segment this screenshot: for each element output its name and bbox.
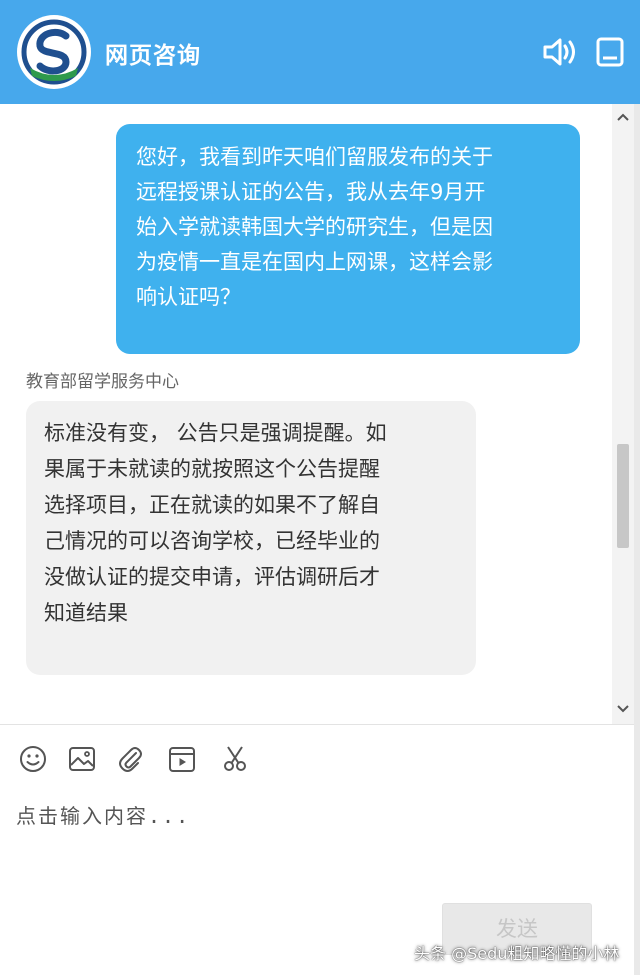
scissors-icon [224, 746, 246, 771]
attachment-button[interactable] [116, 744, 150, 780]
message-line: 始入学就读韩国大学的研究生，但是因 [136, 215, 493, 239]
message-line: 您好，我看到昨天咱们留服发布的关于 [136, 145, 493, 169]
message-line: 己情况的可以咨询学校，已经毕业的 [44, 529, 380, 553]
video-button[interactable] [167, 744, 201, 780]
message-line: 知道结果 [44, 601, 128, 625]
image-button[interactable] [67, 744, 101, 780]
watermark: 头条 @Sedu粗知略懂的小林 [414, 944, 620, 963]
video-icon [169, 747, 195, 772]
message-input[interactable] [16, 800, 616, 910]
emoji-button[interactable] [18, 744, 52, 780]
image-icon [69, 747, 95, 771]
chat-header: 网页咨询 [0, 0, 640, 104]
scroll-up-arrow-icon[interactable] [617, 112, 629, 122]
scroll-thumb[interactable] [617, 444, 629, 548]
message-line: 响认证吗？ [136, 285, 241, 309]
message-scrollbar[interactable] [612, 104, 634, 724]
message-line: 没做认证的提交申请，评估调研后才 [44, 565, 380, 589]
message-line: 选择项目，正在就读的如果不了解自 [44, 493, 380, 517]
scroll-down-arrow-icon[interactable] [617, 704, 629, 714]
message-line: 标准没有变， 公告只是强调提醒。如 [44, 421, 387, 445]
sender-name: 教育部留学服务中心 [26, 372, 179, 392]
message-line: 远程授课认证的公告，我从去年9月开 [136, 180, 486, 204]
page-title: 网页咨询 [105, 43, 201, 69]
window-edge [634, 104, 640, 975]
attachment-icon [119, 747, 142, 772]
composer-divider [0, 724, 634, 725]
window-icon [596, 37, 624, 67]
message-line: 为疫情一直是在国内上网课，这样会影 [136, 250, 493, 274]
incoming-message-bubble: 标准没有变， 公告只是强调提醒。如 果属于未就读的就按照这个公告提醒 选择项目，… [26, 401, 476, 675]
composer-toolbar [0, 744, 634, 784]
message-line: 果属于未就读的就按照这个公告提醒 [44, 457, 380, 481]
screenshot-button[interactable] [220, 744, 254, 780]
emoji-icon [20, 746, 46, 772]
sound-toggle-button[interactable] [542, 36, 578, 68]
organization-logo-icon [17, 15, 91, 89]
speaker-icon [543, 38, 575, 66]
window-toggle-button[interactable] [594, 36, 630, 68]
outgoing-message-bubble: 您好，我看到昨天咱们留服发布的关于 远程授课认证的公告，我从去年9月开 始入学就… [116, 124, 580, 354]
message-list: 您好，我看到昨天咱们留服发布的关于 远程授课认证的公告，我从去年9月开 始入学就… [0, 104, 612, 724]
